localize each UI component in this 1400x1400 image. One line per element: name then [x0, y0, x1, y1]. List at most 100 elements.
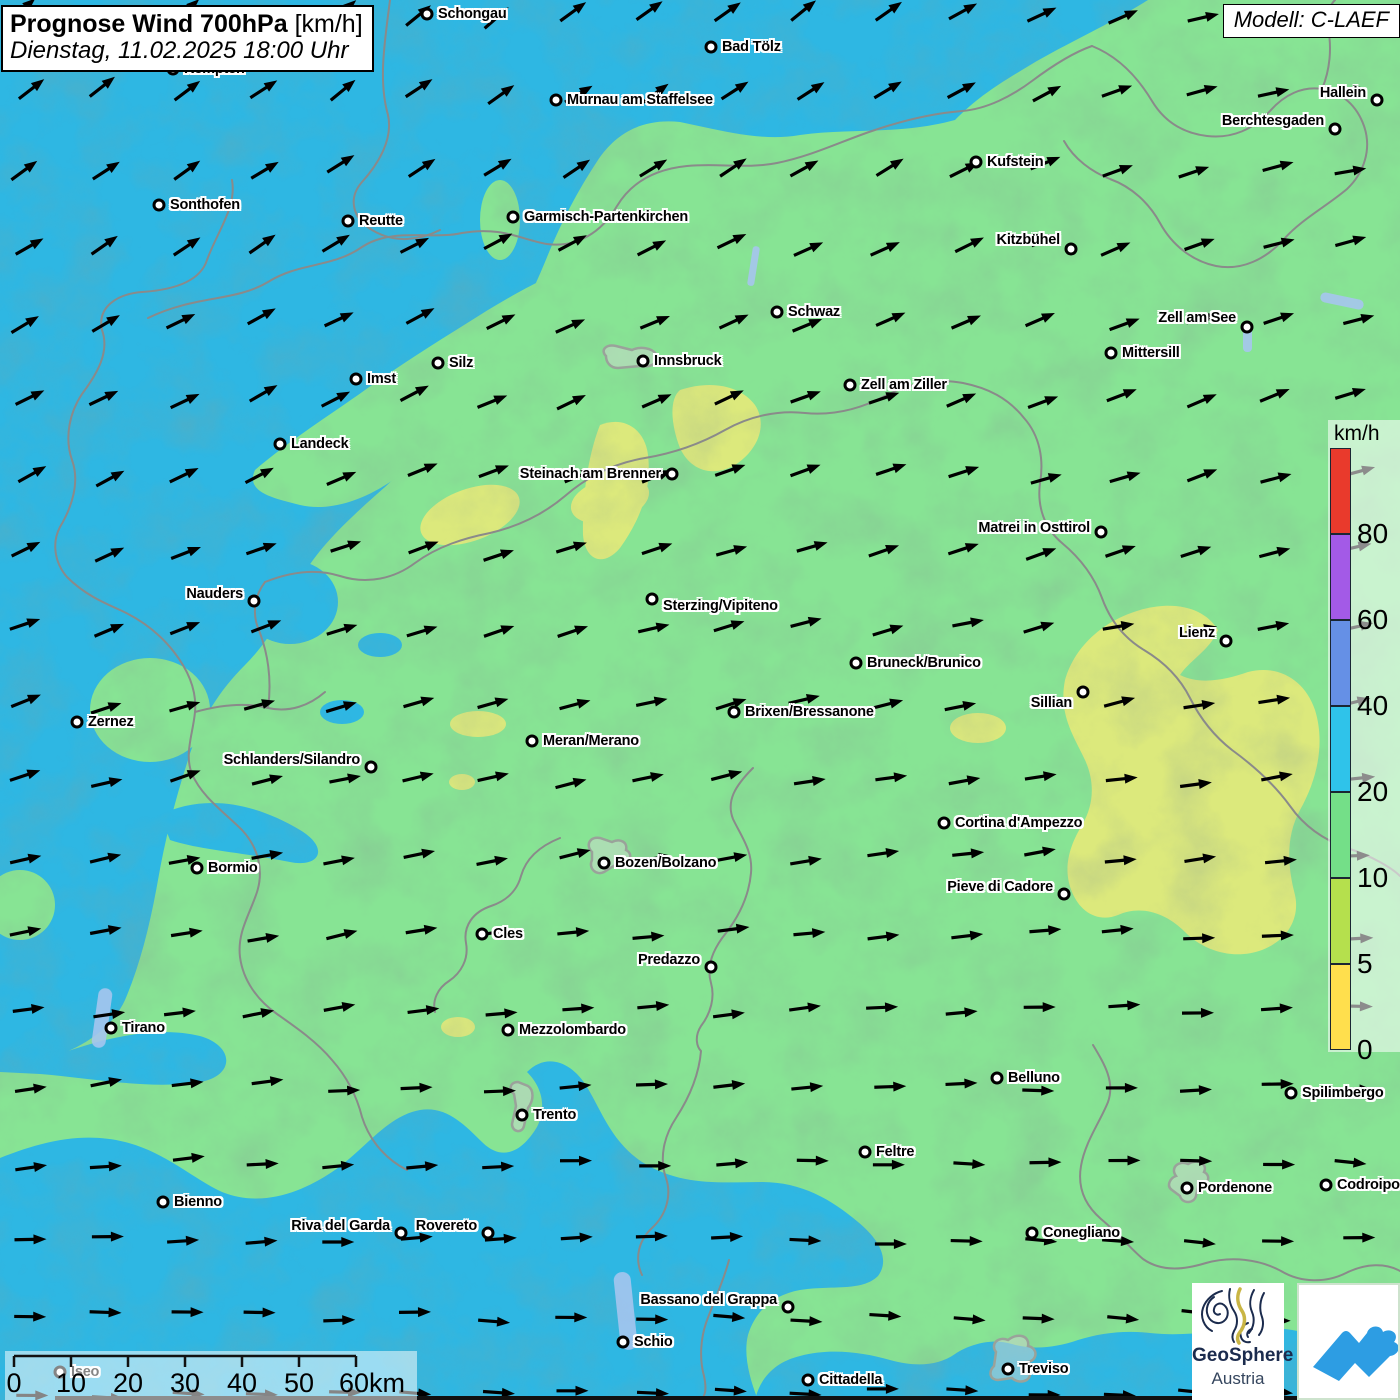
- city-marker: [1329, 123, 1342, 136]
- city-marker: [1371, 94, 1384, 107]
- city-marker: [1058, 888, 1071, 901]
- city-marker: [617, 1336, 630, 1349]
- city-label: Treviso: [1019, 1361, 1068, 1377]
- city-marker: [153, 199, 166, 212]
- city-marker: [970, 156, 983, 169]
- scalebar-label: 30: [170, 1368, 200, 1399]
- city-marker: [1181, 1182, 1194, 1195]
- city-label: Meran/Merano: [543, 733, 639, 749]
- partner-logo: [1297, 1283, 1400, 1400]
- city-label: Predazzo: [638, 952, 700, 968]
- city-label: Kufstein: [987, 154, 1043, 170]
- scalebar-label: 20: [113, 1368, 143, 1399]
- legend-block: [1330, 792, 1351, 878]
- geosphere-country: Austria: [1192, 1369, 1284, 1389]
- city-label: Rovereto: [416, 1218, 477, 1234]
- city-marker: [1320, 1179, 1333, 1192]
- city-marker: [705, 961, 718, 974]
- legend-tick-label: 40: [1357, 690, 1388, 722]
- city-marker: [482, 1227, 495, 1240]
- geosphere-logo: GeoSphere Austria: [1192, 1283, 1284, 1400]
- legend-unit-label: km/h: [1334, 422, 1380, 446]
- city-marker: [516, 1109, 529, 1122]
- city-label: Bienno: [174, 1194, 222, 1210]
- city-marker: [365, 761, 378, 774]
- city-marker: [1241, 321, 1254, 334]
- city-marker: [476, 928, 489, 941]
- city-marker: [637, 355, 650, 368]
- city-marker: [274, 438, 287, 451]
- legend-block: [1330, 620, 1351, 706]
- scalebar-label: 0: [6, 1368, 21, 1399]
- city-marker: [157, 1196, 170, 1209]
- city-label: Zell am Ziller: [861, 377, 947, 393]
- city-marker: [859, 1146, 872, 1159]
- city-label: Mittersill: [1122, 345, 1180, 361]
- legend-tick-label: 80: [1357, 518, 1388, 550]
- city-label: Schio: [634, 1334, 672, 1350]
- city-marker: [1065, 243, 1078, 256]
- scalebar-ruler: [5, 1351, 417, 1369]
- city-label: Pordenone: [1198, 1180, 1272, 1196]
- city-marker: [938, 817, 951, 830]
- city-label: Hallein: [1320, 85, 1366, 101]
- city-label: Bormio: [208, 860, 258, 876]
- scalebar-label: 10: [56, 1368, 86, 1399]
- city-label: Mezzolombardo: [519, 1022, 626, 1038]
- city-marker: [1105, 347, 1118, 360]
- city-marker: [526, 735, 539, 748]
- city-marker: [550, 94, 563, 107]
- geosphere-contour-icon: [1192, 1285, 1284, 1345]
- city-marker: [71, 716, 84, 729]
- legend: km/h 806040201050: [1328, 420, 1400, 1052]
- scalebar-label: 50: [284, 1368, 314, 1399]
- city-label: Cortina d'Ampezzo: [955, 815, 1082, 831]
- city-marker: [850, 657, 863, 670]
- city-label: Zernez: [88, 714, 134, 730]
- legend-block: [1330, 878, 1351, 964]
- city-marker: [1220, 635, 1233, 648]
- city-marker: [1095, 526, 1108, 539]
- title-unit: [km/h]: [288, 10, 363, 38]
- city-marker: [782, 1301, 795, 1314]
- city-label: Silz: [449, 355, 473, 371]
- legend-block: [1330, 964, 1351, 1050]
- city-marker: [1002, 1363, 1015, 1376]
- city-label: Matrei in Osttirol: [978, 520, 1090, 536]
- city-label: Lienz: [1179, 625, 1215, 641]
- legend-tick-label: 5: [1357, 948, 1373, 980]
- city-label: Bad Tölz: [722, 39, 781, 55]
- city-marker: [646, 593, 659, 606]
- legend-tick-label: 20: [1357, 776, 1388, 808]
- city-label: Innsbruck: [654, 353, 722, 369]
- city-marker: [105, 1022, 118, 1035]
- city-marker: [421, 8, 434, 21]
- city-label: Garmisch-Partenkirchen: [524, 209, 688, 225]
- legend-block: [1330, 534, 1351, 620]
- city-marker: [844, 379, 857, 392]
- legend-block: [1330, 706, 1351, 792]
- city-label: Sterzing/Vipiteno: [663, 598, 778, 614]
- title-box: Prognose Wind 700hPa [km/h] Dienstag, 11…: [1, 5, 374, 72]
- city-marker: [395, 1227, 408, 1240]
- legend-tick-label: 60: [1357, 604, 1388, 636]
- scalebar-label: 60km: [339, 1368, 405, 1399]
- scalebar-label: 40: [227, 1368, 257, 1399]
- city-label: Murnau am Staffelsee: [567, 92, 713, 108]
- city-label: Codroipo: [1337, 1177, 1400, 1193]
- city-marker: [432, 357, 445, 370]
- city-marker: [771, 306, 784, 319]
- forecast-datetime: Dienstag, 11.02.2025 18:00 Uhr: [10, 38, 363, 65]
- city-marker: [1285, 1087, 1298, 1100]
- city-marker: [991, 1072, 1004, 1085]
- city-marker: [728, 706, 741, 719]
- city-marker: [507, 211, 520, 224]
- legend-tick-label: 0: [1357, 1034, 1373, 1066]
- geosphere-name: GeoSphere: [1192, 1345, 1284, 1367]
- city-label: Nauders: [186, 586, 243, 602]
- city-label: Bozen/Bolzano: [615, 855, 716, 871]
- city-layer: SchongauKemptenBad TölzMurnau am Staffel…: [0, 0, 1400, 1400]
- city-label: Tirano: [122, 1020, 165, 1036]
- city-marker: [191, 862, 204, 875]
- city-label: Feltre: [876, 1144, 914, 1160]
